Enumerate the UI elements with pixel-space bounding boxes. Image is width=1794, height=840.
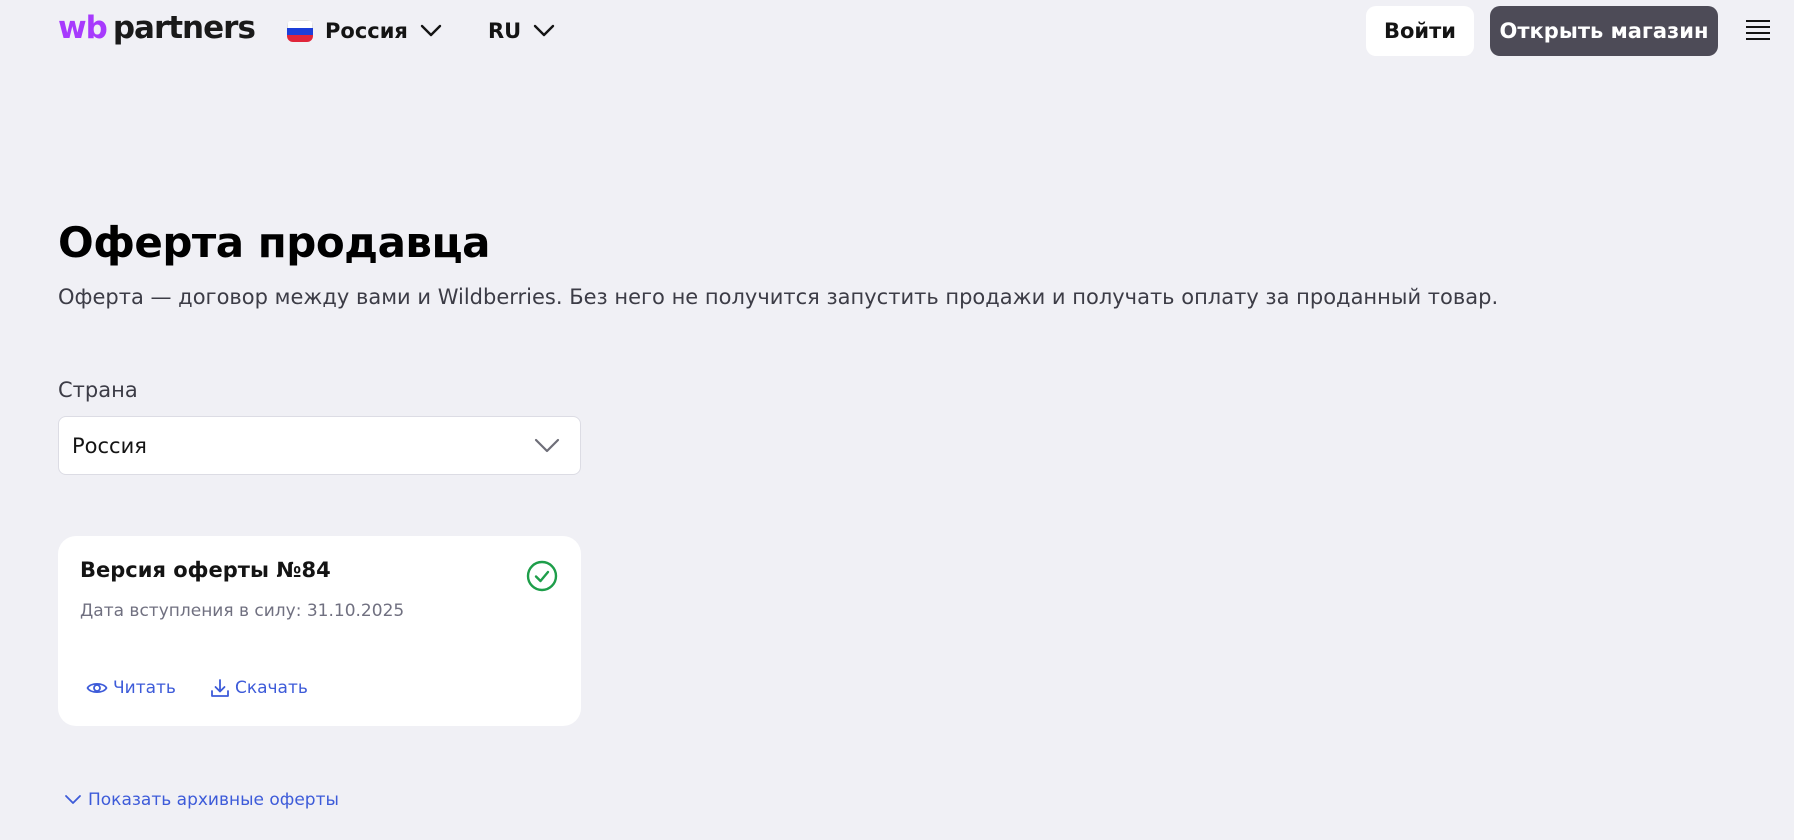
russia-flag-icon (287, 20, 313, 42)
logo-wb-text: wb (58, 10, 108, 46)
burger-menu-icon[interactable] (1746, 20, 1770, 40)
offer-card-actions: Читать Скачать (86, 678, 308, 698)
check-circle-icon (526, 560, 558, 592)
chevron-down-icon (65, 795, 81, 804)
open-shop-button[interactable]: Открыть магазин (1490, 6, 1718, 56)
download-icon (211, 679, 229, 697)
header-country-selector[interactable]: Россия (287, 12, 442, 50)
offer-version-card: Версия оферты №84 Дата вступления в силу… (58, 536, 581, 726)
download-offer-label: Скачать (234, 678, 308, 698)
header-country-label: Россия (325, 19, 408, 43)
offer-effective-date: Дата вступления в силу: 31.10.2025 (80, 601, 405, 621)
offer-version-title: Версия оферты №84 (80, 558, 331, 582)
show-archive-offers-label: Показать архивные оферты (88, 790, 339, 810)
chevron-down-icon (534, 438, 560, 452)
top-header: wb partners Россия RU Войти Открыть мага… (0, 0, 1794, 62)
download-offer-link[interactable]: Скачать (210, 678, 308, 698)
chevron-down-icon (534, 24, 555, 37)
page-title: Оферта продавца (58, 218, 490, 267)
read-offer-label: Читать (113, 678, 176, 698)
read-offer-link[interactable]: Читать (86, 678, 176, 698)
country-dropdown[interactable]: Россия (58, 416, 581, 475)
eye-icon (86, 682, 108, 694)
page: wb partners Россия RU Войти Открыть мага… (0, 0, 1794, 840)
show-archive-offers-link[interactable]: Показать архивные оферты (64, 790, 339, 810)
logo-partners-text: partners (112, 10, 256, 46)
country-dropdown-value: Россия (72, 433, 147, 458)
header-language-label: RU (488, 19, 522, 43)
login-button[interactable]: Войти (1366, 6, 1474, 56)
country-field-label: Страна (58, 378, 138, 402)
chevron-down-icon (420, 24, 442, 37)
header-language-selector[interactable]: RU (488, 12, 555, 50)
page-subtitle: Оферта — договор между вами и Wildberrie… (58, 285, 1499, 309)
wb-partners-logo[interactable]: wb partners (58, 10, 256, 50)
